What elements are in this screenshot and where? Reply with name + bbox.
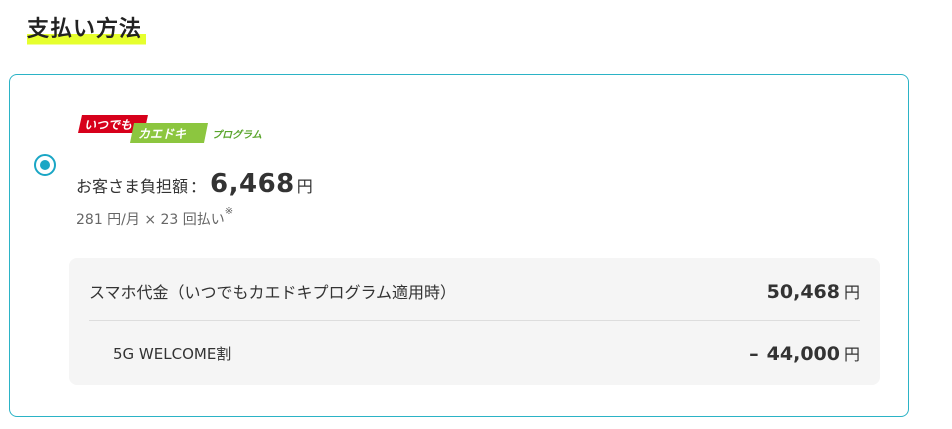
logo-text-kaedoki: カエドキ	[138, 127, 187, 141]
price-label: お客さま負担額	[76, 177, 189, 196]
price-breakdown: スマホ代金（いつでもカエドキプログラム適用時） 50,468 円 5G WELCO…	[69, 258, 880, 385]
price-unit: 円	[296, 177, 313, 196]
monthly-text: 281 円/月 × 23 回払い	[76, 212, 225, 228]
breakdown-row: スマホ代金（いつでもカエドキプログラム適用時） 50,468 円	[89, 276, 860, 306]
payment-option-radio[interactable]	[34, 154, 56, 176]
customer-price: お客さま負担額 ： 6,468 円	[76, 169, 313, 199]
logo-text-program: プログラム	[212, 129, 262, 141]
breakdown-label: スマホ代金（いつでもカエドキプログラム適用時）	[89, 283, 457, 302]
radio-selected-dot	[40, 160, 50, 170]
price-colon: ：	[190, 177, 207, 196]
section-title: 支払い方法	[27, 14, 147, 46]
breakdown-label: 5G WELCOME割	[113, 344, 232, 363]
monthly-note-mark: ※	[224, 206, 234, 217]
breakdown-amount: 50,468 円	[766, 281, 860, 303]
payment-option-card[interactable]: いつでも カエドキ プログラム お客さま負担額 ： 6,468 円 281 円/…	[9, 74, 909, 417]
breakdown-row: 5G WELCOME割 –44,000 円	[89, 338, 860, 368]
itsudemo-kaedoki-program-logo: いつでも カエドキ プログラム	[78, 115, 278, 143]
logo-text-itsudemo: いつでも	[84, 118, 132, 132]
monthly-installment: 281 円/月 × 23 回払い※	[76, 206, 234, 229]
breakdown-amount: –44,000 円	[749, 343, 860, 365]
breakdown-divider	[89, 320, 860, 321]
price-value: 6,468	[210, 169, 295, 199]
